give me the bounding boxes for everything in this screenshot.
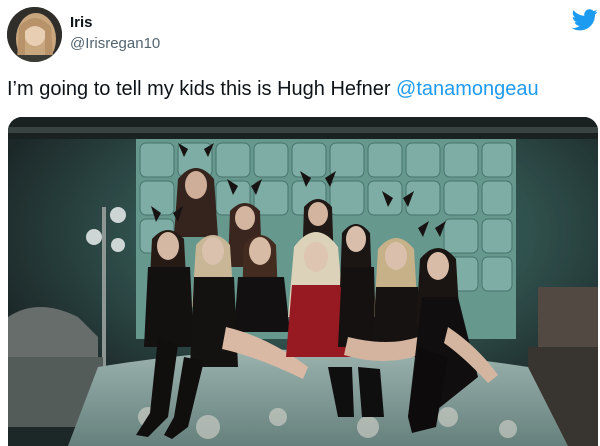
tweet-text: I’m going to tell my kids this is Hugh H… [7,78,539,101]
user-handle[interactable]: @Irisregan10 [70,35,160,52]
tweet-card: Iris @Irisregan10 I’m going to tell my k… [0,0,600,446]
tweet-body: I’m going to tell my kids this is Hugh H… [7,78,397,100]
avatar-image [7,7,62,62]
display-name[interactable]: Iris [70,14,93,31]
tweet-photo[interactable] [8,117,598,446]
mention-link[interactable]: @tanamongeau [396,78,539,100]
avatar[interactable] [7,7,62,62]
twitter-bird-icon[interactable] [572,9,598,31]
photo-illustration [8,117,598,446]
